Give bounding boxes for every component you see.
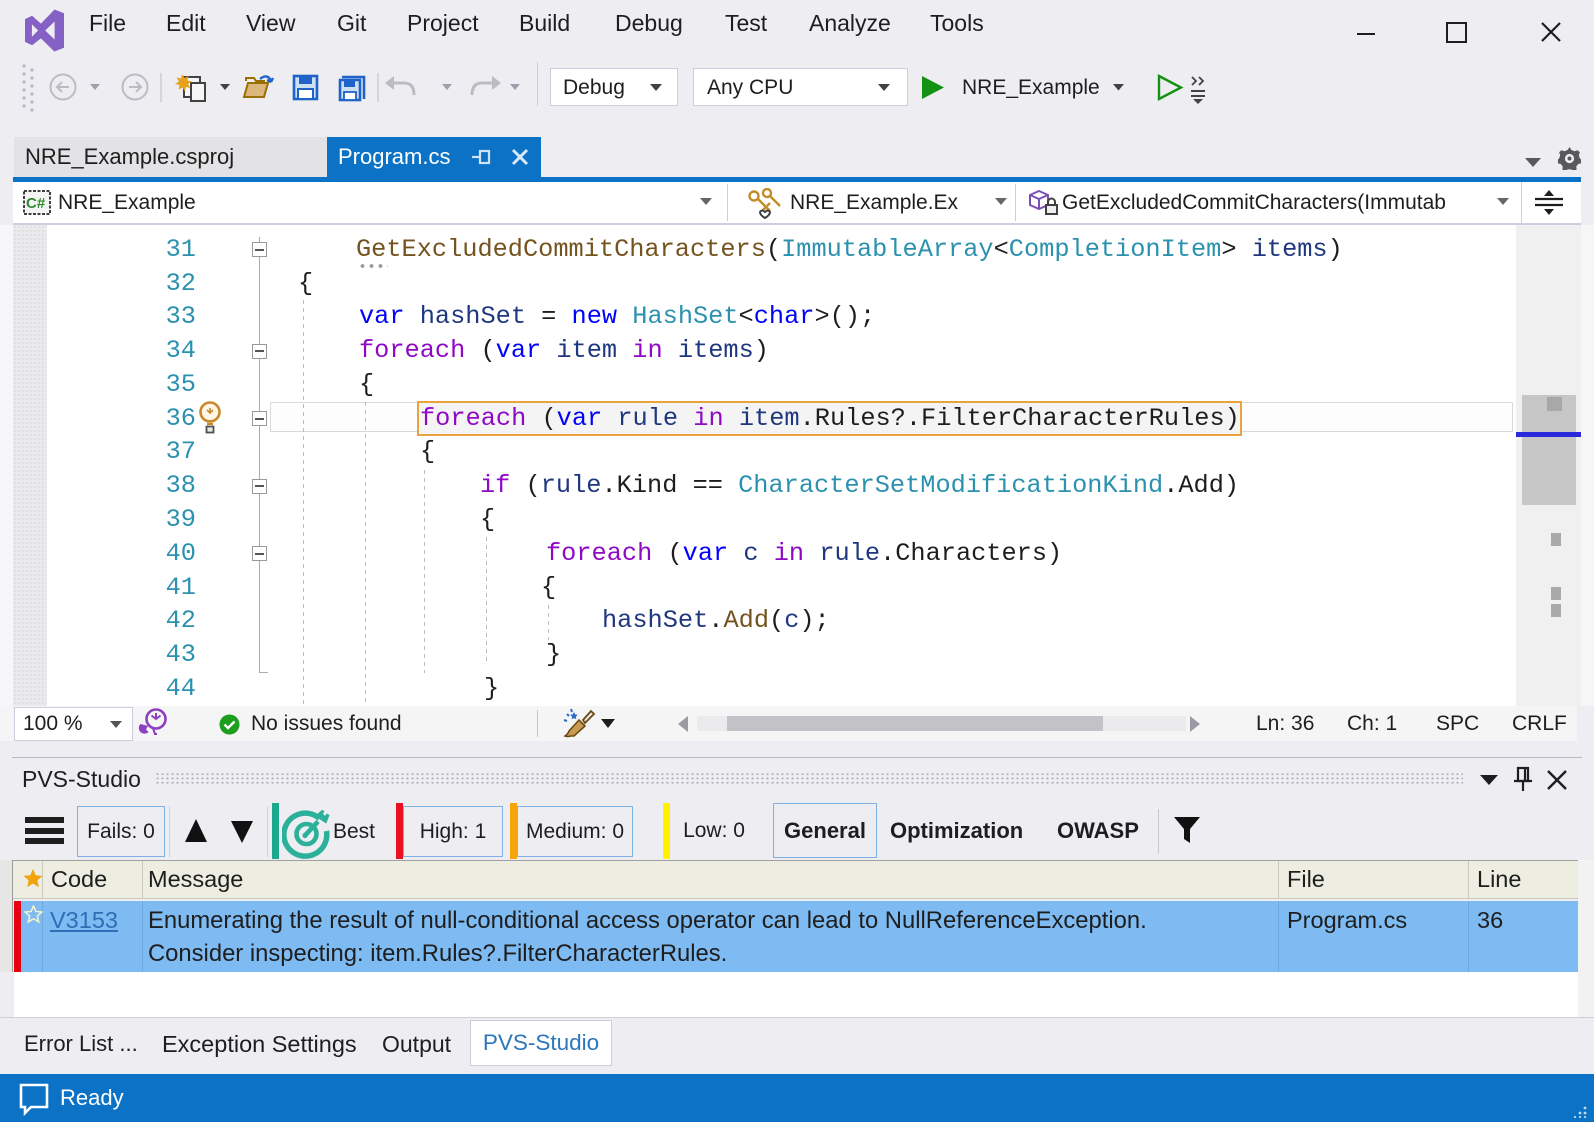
svg-text:C#: C# bbox=[26, 195, 46, 212]
